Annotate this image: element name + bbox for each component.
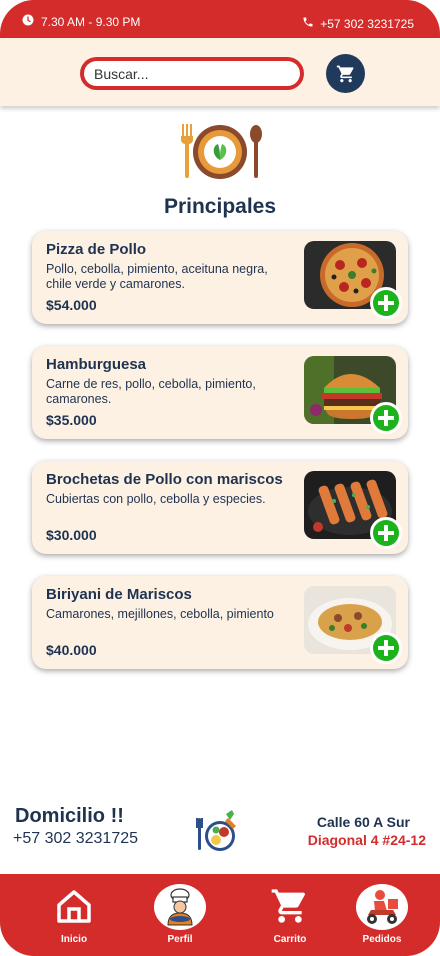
plus-icon bbox=[378, 525, 394, 541]
nav-carrito[interactable]: Carrito bbox=[250, 882, 330, 952]
chef-icon bbox=[154, 884, 206, 930]
cart-button[interactable] bbox=[326, 54, 365, 93]
item-price: $35.000 bbox=[46, 412, 97, 428]
menu-item-card[interactable]: Hamburguesa Carne de res, pollo, cebolla… bbox=[32, 346, 408, 439]
add-to-cart-button[interactable] bbox=[370, 402, 402, 434]
food-plate-icon bbox=[196, 808, 240, 854]
app-screen: 7.30 AM - 9.30 PM +57 302 3231725 Buscar… bbox=[0, 0, 440, 956]
bottom-nav: Inicio Perfil Carrito Pedidos bbox=[0, 874, 440, 956]
add-to-cart-button[interactable] bbox=[370, 517, 402, 549]
address-line-1: Calle 60 A Sur bbox=[316, 814, 410, 830]
item-price: $54.000 bbox=[46, 297, 97, 313]
delivery-scooter-icon bbox=[356, 884, 408, 930]
plus-icon bbox=[378, 640, 394, 656]
cart-icon bbox=[336, 65, 353, 82]
search-input[interactable] bbox=[84, 61, 300, 86]
home-icon bbox=[54, 884, 94, 928]
item-price: $40.000 bbox=[46, 642, 97, 658]
plate-cutlery-icon bbox=[176, 122, 264, 182]
address-line-2: Diagonal 4 #24-12 bbox=[307, 832, 426, 848]
nav-label: Perfil bbox=[167, 934, 193, 945]
section-title: Principales bbox=[163, 195, 277, 218]
menu-item-card[interactable]: Biriyani de Mariscos Camarones, mejillon… bbox=[32, 576, 408, 669]
item-name: Pizza de Pollo bbox=[46, 241, 147, 258]
add-to-cart-button[interactable] bbox=[370, 632, 402, 664]
item-description: Camarones, mejillones, cebolla, pimiento bbox=[46, 607, 274, 621]
plus-icon bbox=[378, 410, 394, 426]
item-name: Brochetas de Pollo con mariscos bbox=[46, 471, 283, 488]
nav-inicio[interactable]: Inicio bbox=[34, 882, 114, 952]
cart-icon bbox=[270, 884, 310, 928]
item-description: Pollo, cebolla, pimiento, aceituna negra… bbox=[46, 262, 268, 291]
clock-icon bbox=[22, 14, 34, 29]
item-name: Biriyani de Mariscos bbox=[46, 586, 192, 603]
plus-icon bbox=[378, 295, 394, 311]
hours-text: 7.30 AM - 9.30 PM bbox=[41, 14, 141, 29]
nav-label: Pedidos bbox=[362, 934, 402, 945]
search-box bbox=[80, 57, 304, 90]
nav-perfil[interactable]: Perfil bbox=[140, 882, 220, 952]
status-phone-text: +57 302 3231725 bbox=[320, 16, 414, 31]
nav-label: Carrito bbox=[273, 934, 307, 945]
item-description: Cubiertas con pollo, cebolla y especies. bbox=[46, 492, 266, 506]
menu-item-card[interactable]: Brochetas de Pollo con mariscos Cubierta… bbox=[32, 461, 408, 554]
nav-pedidos[interactable]: Pedidos bbox=[342, 882, 422, 952]
phone-icon bbox=[302, 16, 314, 31]
item-name: Hamburguesa bbox=[46, 356, 147, 373]
opening-hours: 7.30 AM - 9.30 PM bbox=[22, 14, 140, 29]
delivery-title: Domicilio !! bbox=[15, 805, 124, 827]
status-bar: 7.30 AM - 9.30 PM +57 302 3231725 bbox=[0, 0, 440, 38]
item-description: Carne de res, pollo, cebolla, pimiento, … bbox=[46, 377, 256, 406]
search-header bbox=[0, 38, 440, 106]
nav-label: Inicio bbox=[60, 934, 88, 945]
delivery-phone[interactable]: +57 302 3231725 bbox=[13, 830, 138, 848]
menu-item-card[interactable]: Pizza de Pollo Pollo, cebolla, pimiento,… bbox=[32, 231, 408, 324]
contact-phone[interactable]: +57 302 3231725 bbox=[302, 16, 414, 31]
item-price: $30.000 bbox=[46, 527, 97, 543]
add-to-cart-button[interactable] bbox=[370, 287, 402, 319]
